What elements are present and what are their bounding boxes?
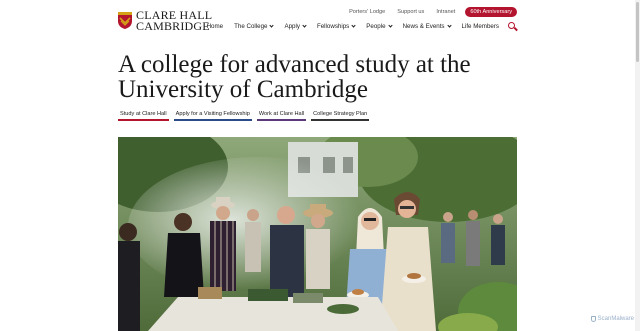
- scrollbar[interactable]: [635, 0, 640, 331]
- search-icon[interactable]: [508, 22, 517, 31]
- nav-item-people[interactable]: People: [366, 23, 393, 30]
- scrollbar-thumb[interactable]: [636, 2, 639, 62]
- nav-item-news-events[interactable]: News & Events: [402, 23, 452, 30]
- nav-label: The College: [234, 23, 268, 30]
- page-title: A college for advanced study at the Univ…: [118, 51, 471, 103]
- nav-item-life-members[interactable]: Life Members: [462, 23, 499, 30]
- main-nav: Home The College Apply Fellowships Peopl…: [196, 22, 517, 31]
- chevron-down-icon: [351, 23, 356, 28]
- nav-label: Apply: [284, 23, 300, 30]
- nav-label: Home: [206, 23, 224, 30]
- crest-icon: [118, 12, 132, 29]
- chevron-down-icon: [387, 23, 393, 28]
- nav-item-fellowships[interactable]: Fellowships: [316, 23, 356, 30]
- work-button[interactable]: Work at Clare Hall: [256, 110, 307, 121]
- utility-nav: Porters' Lodge Support us Intranet 60th …: [337, 7, 517, 17]
- strategy-plan-button[interactable]: College Strategy Plan: [311, 110, 370, 121]
- hero-image: [118, 137, 517, 331]
- intranet-link[interactable]: Intranet: [436, 9, 455, 15]
- watermark-label: ScanMalware: [597, 316, 634, 322]
- nav-label: Life Members: [461, 23, 499, 30]
- anniversary-button[interactable]: 60th Anniversary: [465, 7, 517, 17]
- study-button[interactable]: Study at Clare Hall: [118, 110, 169, 121]
- nav-item-apply[interactable]: Apply: [284, 23, 307, 30]
- cta-buttons: Study at Clare Hall Apply for a Visiting…: [118, 110, 374, 121]
- porters-lodge-link[interactable]: Porters' Lodge: [349, 9, 385, 15]
- nav-label: Fellowships: [316, 23, 350, 30]
- scanmalware-watermark: ScanMalware: [590, 316, 634, 322]
- support-us-link[interactable]: Support us: [397, 9, 424, 15]
- garden-party-photo: [118, 137, 517, 331]
- chevron-down-icon: [446, 23, 452, 28]
- nav-label: People: [366, 23, 386, 30]
- nav-item-the-college[interactable]: The College: [234, 23, 275, 30]
- nav-label: News & Events: [402, 23, 445, 30]
- chevron-down-icon: [302, 23, 307, 28]
- chevron-down-icon: [269, 23, 275, 28]
- visiting-fellowship-button[interactable]: Apply for a Visiting Fellowship: [173, 110, 252, 121]
- nav-item-home[interactable]: Home: [207, 23, 224, 30]
- shield-icon: [590, 316, 596, 322]
